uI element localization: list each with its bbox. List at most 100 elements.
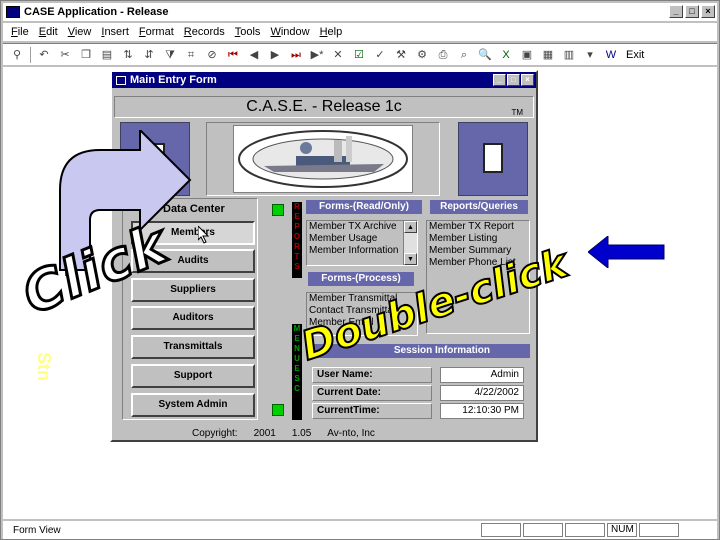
logo-panel <box>206 122 440 196</box>
sort-ascending-icon[interactable]: ⇅ <box>120 47 136 63</box>
delete-record-icon[interactable]: ✕ <box>330 47 346 63</box>
strip-letter: S <box>294 374 300 383</box>
remove-filter-icon[interactable]: ⊘ <box>204 47 220 63</box>
forms-process-heading: Forms-(Process) <box>308 272 414 286</box>
chevron-down-icon[interactable]: ▾ <box>582 47 598 63</box>
find-icon[interactable]: ⚲ <box>9 47 25 63</box>
new-record-icon[interactable]: ▶* <box>309 47 325 63</box>
strip-letter: R <box>294 202 300 211</box>
cut-icon[interactable]: ✂ <box>57 47 73 63</box>
strip-letter: S <box>294 262 300 271</box>
scroll-up-icon[interactable]: ▲ <box>404 221 417 233</box>
maximize-button[interactable]: □ <box>685 5 699 18</box>
minimize-button[interactable]: _ <box>669 5 683 18</box>
search-icon[interactable]: 🔍 <box>477 47 493 63</box>
print-icon[interactable]: ⎙ <box>435 47 451 63</box>
reports-vertical-label: R E P O R T S <box>292 202 302 278</box>
auditors-button[interactable]: Auditors <box>131 306 255 330</box>
form-view-icon[interactable]: ▣ <box>519 47 535 63</box>
menu-tools[interactable]: Tools <box>235 26 261 38</box>
scroll-track[interactable] <box>404 233 417 253</box>
app-icon <box>6 6 20 18</box>
toolbar-separator <box>30 46 31 63</box>
menu-edit[interactable]: Edit <box>39 26 58 38</box>
user-name-row: User Name: Admin <box>312 367 524 383</box>
version-number: 1.05 <box>291 428 312 439</box>
strip-letter: R <box>294 242 300 251</box>
strip-letter: T <box>294 252 300 261</box>
strip-letter: N <box>294 344 300 353</box>
list-item[interactable]: Member TX Archive <box>307 221 417 233</box>
form-minimize-button[interactable]: _ <box>493 74 506 86</box>
list-item[interactable]: Member Information <box>307 245 417 257</box>
status-cell <box>523 523 563 537</box>
list-item[interactable]: Member Usage <box>307 233 417 245</box>
build-icon[interactable]: ⚙ <box>414 47 430 63</box>
menu-bar: File Edit View Insert Format Records Too… <box>3 23 717 41</box>
previous-record-icon[interactable]: ◀ <box>246 47 262 63</box>
strip-letter: E <box>294 212 300 221</box>
logo-graphic <box>238 130 408 188</box>
support-button[interactable]: Support <box>131 364 255 388</box>
list-item[interactable]: Member TX Report <box>427 221 529 233</box>
num-lock-indicator: NUM <box>607 523 637 537</box>
excel-icon[interactable]: X <box>498 47 514 63</box>
tools-icon[interactable]: ⚒ <box>393 47 409 63</box>
spelling-icon[interactable]: ✓ <box>372 47 388 63</box>
form-close-button[interactable]: × <box>521 74 534 86</box>
transmittals-button[interactable]: Transmittals <box>131 335 255 359</box>
paste-icon[interactable]: ▤ <box>99 47 115 63</box>
table-view-icon[interactable]: ▥ <box>561 47 577 63</box>
form-title-bar: Main Entry Form _ □ × <box>112 72 536 88</box>
form-header-title: C.A.S.E. - Release 1c <box>246 98 402 115</box>
status-cell <box>639 523 679 537</box>
menu-view[interactable]: View <box>68 26 92 38</box>
company-name: Av-nto, Inc <box>327 428 375 439</box>
form-maximize-button[interactable]: □ <box>507 74 520 86</box>
door-icon <box>483 143 503 173</box>
filter-form-icon[interactable]: ⌗ <box>183 47 199 63</box>
copyright-year: 2001 <box>253 428 276 439</box>
scroll-down-icon[interactable]: ▼ <box>404 253 417 265</box>
forms-read-only-heading: Forms-(Read/Only) <box>306 200 422 214</box>
app-title-bar: CASE Application - Release _ □ × <box>3 3 717 21</box>
list-item[interactable]: Member Listing <box>427 233 529 245</box>
close-button[interactable]: × <box>701 5 715 18</box>
menu-insert[interactable]: Insert <box>101 26 129 38</box>
indicator-strip <box>272 202 286 422</box>
word-icon[interactable]: W <box>603 47 619 63</box>
menu-help[interactable]: Help <box>320 26 343 38</box>
properties-icon[interactable]: ☑ <box>351 47 367 63</box>
menu-file[interactable]: File <box>11 26 29 38</box>
copy-icon[interactable]: ❐ <box>78 47 94 63</box>
strip-letter: E <box>294 364 300 373</box>
last-record-icon[interactable]: ⏭ <box>288 47 304 63</box>
next-record-icon[interactable]: ▶ <box>267 47 283 63</box>
side-annotation: Stn <box>34 352 54 381</box>
system-admin-button[interactable]: System Admin <box>131 393 255 417</box>
sort-descending-icon[interactable]: ⇵ <box>141 47 157 63</box>
current-time-value: 12:10:30 PM <box>440 403 524 419</box>
strip-letter: P <box>294 222 300 231</box>
first-record-icon[interactable]: ⏮ <box>225 47 241 63</box>
user-name-label: User Name: <box>312 367 432 383</box>
right-door-panel <box>458 122 528 196</box>
datasheet-view-icon[interactable]: ▦ <box>540 47 556 63</box>
footer: Copyright: 2001 1.05 Av-nto, Inc <box>192 428 375 439</box>
undo-icon[interactable]: ↶ <box>36 47 52 63</box>
strip-letter: U <box>294 354 300 363</box>
form-title: Main Entry Form <box>130 74 217 86</box>
forms-read-only-list[interactable]: Member TX Archive Member Usage Member In… <box>306 220 418 266</box>
filter-icon[interactable]: ⧩ <box>162 47 178 63</box>
list-scrollbar[interactable]: ▲ ▼ <box>403 221 417 265</box>
menu-window[interactable]: Window <box>270 26 309 38</box>
pointer-arrow-icon <box>588 236 665 268</box>
trademark: TM <box>511 108 523 117</box>
exit-button[interactable]: Exit <box>626 49 644 61</box>
menu-format[interactable]: Format <box>139 26 174 38</box>
current-date-row: Current Date: 4/22/2002 <box>312 385 524 401</box>
app-title: CASE Application - Release <box>24 6 169 18</box>
suppliers-button[interactable]: Suppliers <box>131 278 255 302</box>
menu-records[interactable]: Records <box>184 26 225 38</box>
print-preview-icon[interactable]: ⌕ <box>456 47 472 63</box>
